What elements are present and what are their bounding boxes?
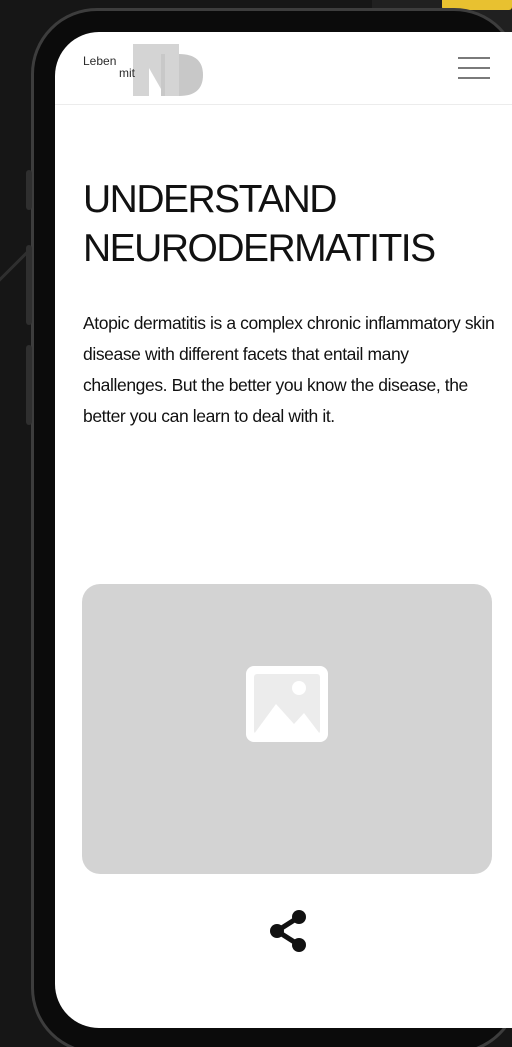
logo-line-2: mit — [119, 66, 135, 80]
menu-bar — [458, 77, 490, 79]
share-icon — [270, 910, 306, 952]
logo[interactable]: Leben mit — [83, 44, 213, 96]
menu-bar — [458, 57, 490, 59]
phone-side-button — [26, 170, 32, 210]
share-button[interactable] — [263, 908, 309, 954]
phone-side-button — [26, 345, 32, 425]
hamburger-menu-icon[interactable] — [458, 56, 490, 80]
page-title-line-1: UNDERSTAND — [83, 178, 337, 221]
page-title-line-2: NEURODERMATITIS — [83, 227, 436, 270]
intro-text: Atopic dermatitis is a complex chronic i… — [83, 313, 495, 426]
phone-screen: Leben mit UNDERSTAND NEURODERMATITIS Ato… — [55, 32, 512, 1028]
menu-bar — [458, 67, 490, 69]
image-placeholder-icon — [246, 666, 328, 742]
app-header: Leben mit — [55, 32, 512, 105]
phone-side-button — [26, 245, 32, 325]
media-placeholder — [82, 584, 492, 874]
logo-text: Leben mit — [83, 55, 139, 79]
page-title: UNDERSTAND NEURODERMATITIS — [83, 175, 493, 273]
stage: Leben mit UNDERSTAND NEURODERMATITIS Ato… — [0, 0, 512, 1047]
